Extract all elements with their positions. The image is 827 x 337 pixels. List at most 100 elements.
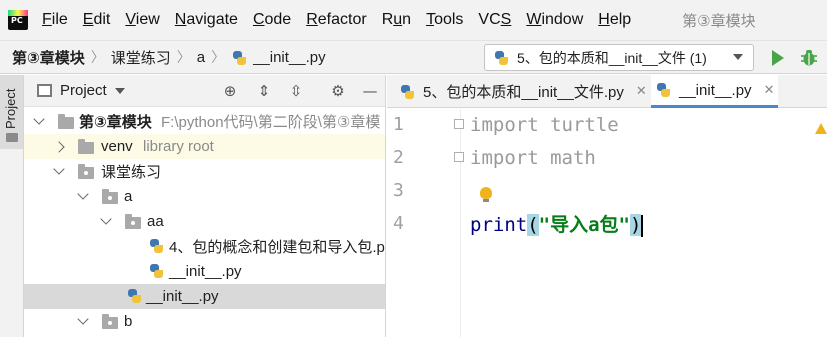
line-number: 4: [393, 213, 404, 234]
menu-bar: PC File Edit View Navigate Code Refactor…: [0, 0, 827, 40]
tree-item-label: __init__.py: [169, 263, 242, 280]
tree-item-label: __init__.py: [146, 288, 219, 305]
tree-item-init-aa[interactable]: __init__.py: [24, 259, 385, 284]
tree-item-path: F:\python代码\第二阶段\第③章模: [161, 114, 381, 131]
menu-tools[interactable]: Tools: [426, 11, 463, 29]
menu-code[interactable]: Code: [253, 11, 291, 29]
pycharm-logo-icon: PC: [8, 10, 28, 30]
chevron-right-icon[interactable]: [53, 141, 65, 153]
code-line-1[interactable]: import turtle: [470, 114, 619, 136]
menu-refactor[interactable]: Refactor: [306, 11, 366, 29]
fold-marker-icon[interactable]: [454, 119, 464, 129]
code-line-2[interactable]: import math: [470, 147, 596, 169]
package-folder-icon: [102, 314, 118, 329]
package-folder-icon: [102, 189, 118, 204]
menu-view[interactable]: View: [125, 11, 159, 29]
tree-item-label: venv: [101, 138, 133, 155]
tab-label: __init__.py: [679, 81, 752, 99]
fold-marker-icon[interactable]: [454, 152, 464, 162]
chevron-down-icon[interactable]: [33, 113, 45, 125]
folder-icon: [6, 133, 18, 142]
tree-item-label: 4、包的概念和创建包和导入包.p: [169, 239, 385, 256]
line-number-gutter: 1 2 3 4: [387, 109, 464, 337]
project-tool-tab-label: Project: [3, 88, 18, 129]
navigation-bar: 第③章模块 〉 课堂练习 〉 a 〉 __init__.py 5、包的本质和__…: [0, 40, 827, 74]
chevron-down-icon[interactable]: [53, 163, 65, 175]
breadcrumb-separator-icon: 〉: [211, 49, 226, 65]
hide-panel-icon[interactable]: —: [362, 83, 378, 99]
debug-bug-icon[interactable]: [800, 47, 818, 67]
breadcrumb-file[interactable]: __init__.py: [231, 49, 326, 66]
run-icon[interactable]: [772, 50, 784, 66]
editor-tab-bar: 5、包的本质和__init__文件.py ✕ __init__.py ✕: [387, 75, 827, 108]
python-file-icon: [148, 263, 164, 279]
tree-item-label: 第③章模块: [79, 114, 152, 131]
line-number: 3: [393, 180, 404, 201]
menu-vcs[interactable]: VCS: [478, 11, 511, 29]
editor-area: 5、包的本质和__init__文件.py ✕ __init__.py ✕ 1 2…: [387, 75, 827, 337]
menu-navigate[interactable]: Navigate: [175, 11, 238, 29]
close-icon[interactable]: ✕: [764, 83, 775, 98]
run-configuration-select[interactable]: 5、包的本质和__init__文件 (1): [484, 44, 754, 71]
python-file-icon: [231, 50, 247, 66]
breadcrumb-project[interactable]: 第③章模块: [12, 47, 85, 68]
python-file-icon: [399, 84, 415, 100]
tab-label: 5、包的本质和__init__文件.py: [423, 84, 624, 101]
chevron-down-icon: [733, 54, 743, 60]
folder-icon: [58, 114, 74, 129]
python-file-icon: [493, 50, 509, 66]
library-root-note: library root: [143, 138, 214, 155]
tree-item-file-package-concept[interactable]: 4、包的概念和创建包和导入包.p: [24, 234, 385, 259]
tree-item-init-a[interactable]: __init__.py: [24, 284, 385, 309]
project-panel: Project ⊕ ⇕ ⇳ ⚙ — 第③章模块 F:\python代码\第二阶段…: [24, 75, 386, 337]
menu-run[interactable]: Run: [382, 11, 411, 29]
line-number: 2: [393, 147, 404, 168]
breadcrumb-folder-a[interactable]: a: [197, 49, 205, 66]
expand-all-icon[interactable]: ⇕: [256, 83, 272, 99]
chevron-down-icon[interactable]: [100, 213, 112, 225]
project-view-selector[interactable]: Project: [60, 82, 107, 99]
chevron-down-icon[interactable]: [114, 87, 125, 94]
menu-edit[interactable]: Edit: [83, 11, 111, 29]
tab-init-active[interactable]: __init__.py ✕: [651, 75, 779, 108]
collapse-all-icon[interactable]: ⇳: [288, 83, 304, 99]
menu-file[interactable]: File: [42, 11, 68, 29]
code-line-4[interactable]: print("导入a包"): [470, 210, 644, 237]
breadcrumb-separator-icon: 〉: [90, 49, 105, 65]
project-window-icon: [37, 84, 52, 97]
breadcrumb-folder-practice[interactable]: 课堂练习: [111, 47, 171, 68]
folder-icon: [78, 139, 94, 154]
menu-help[interactable]: Help: [598, 11, 631, 29]
python-file-icon: [126, 288, 142, 304]
tree-item-label: aa: [147, 213, 164, 230]
run-configuration-label: 5、包的本质和__init__文件 (1): [517, 49, 707, 66]
tree-item-a[interactable]: a: [24, 184, 385, 209]
chevron-down-icon[interactable]: [77, 313, 89, 325]
tree-item-practice[interactable]: 课堂练习: [24, 159, 385, 184]
close-icon[interactable]: ✕: [636, 84, 647, 99]
menu-window[interactable]: Window: [526, 11, 583, 29]
python-file-icon: [148, 238, 164, 254]
tree-item-label: 课堂练习: [101, 164, 162, 181]
tree-item-label: b: [124, 313, 133, 330]
tree-item-b[interactable]: b: [24, 309, 385, 334]
python-file-icon: [655, 82, 671, 98]
tree-item-root[interactable]: 第③章模块 F:\python代码\第二阶段\第③章模: [24, 109, 385, 134]
package-folder-icon: [125, 214, 141, 229]
package-folder-icon: [78, 164, 94, 179]
tool-window-strip: Project: [0, 75, 24, 337]
line-number: 1: [393, 114, 404, 135]
tree-item-aa[interactable]: aa: [24, 209, 385, 234]
gear-icon[interactable]: ⚙: [330, 83, 346, 99]
warning-icon[interactable]: [815, 123, 827, 134]
breadcrumb-separator-icon: 〉: [176, 49, 191, 65]
tab-package-essence[interactable]: 5、包的本质和__init__文件.py ✕: [399, 75, 647, 108]
window-title: 第③章模块: [682, 12, 756, 30]
locate-crosshair-icon[interactable]: ⊕: [222, 83, 238, 99]
project-tool-tab[interactable]: Project: [0, 75, 23, 149]
text-caret: [641, 214, 644, 237]
chevron-down-icon[interactable]: [77, 188, 89, 200]
project-panel-header: Project ⊕ ⇕ ⇳ ⚙ —: [24, 75, 385, 107]
lightbulb-intention-icon[interactable]: [480, 187, 492, 202]
tree-item-venv[interactable]: venv library root: [24, 134, 385, 159]
